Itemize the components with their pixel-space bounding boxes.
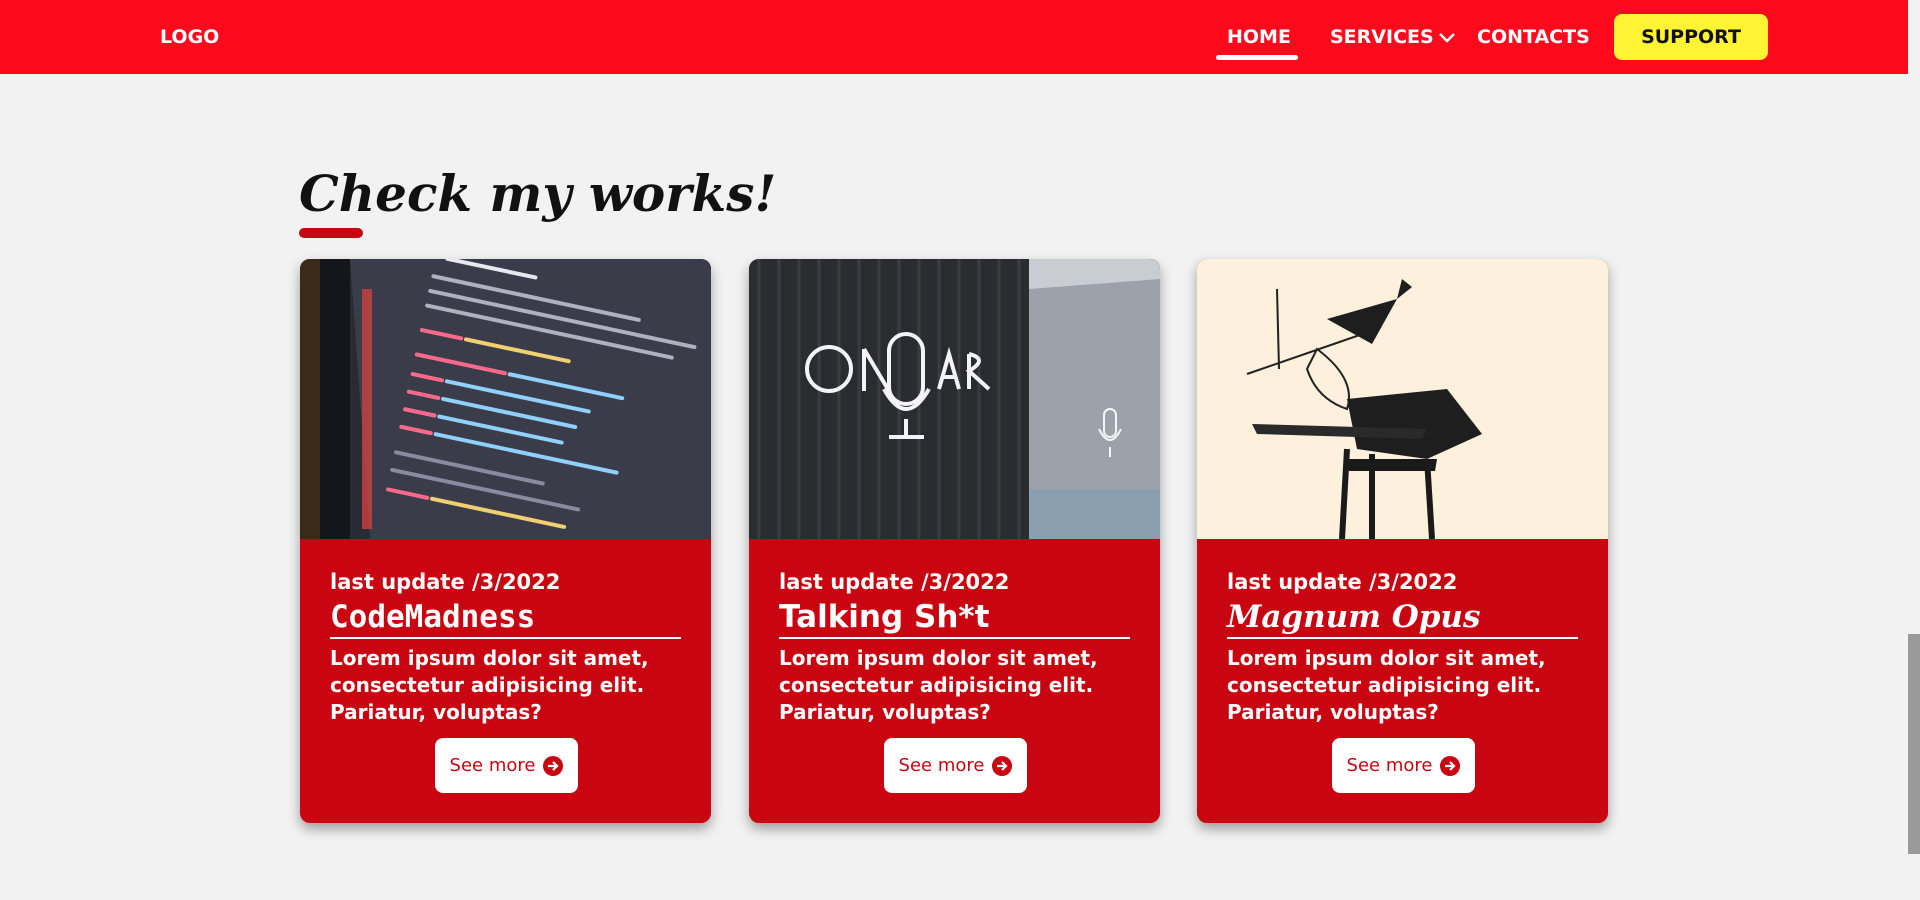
- see-more-button[interactable]: See more: [884, 738, 1027, 793]
- arrow-circle-right-icon: [543, 755, 564, 776]
- title-underline: [299, 228, 363, 238]
- nav-services[interactable]: SERVICES: [1330, 26, 1456, 49]
- arrow-circle-right-icon: [992, 755, 1013, 776]
- nav-contacts[interactable]: CONTACTS: [1477, 26, 1590, 48]
- card-divider: [330, 637, 681, 639]
- see-more-label: See more: [1346, 755, 1433, 776]
- card-image-drawing: [1197, 259, 1608, 539]
- work-card: last update /3/2022 Talking Sh*t Lorem i…: [749, 259, 1160, 823]
- nav-home[interactable]: HOME: [1227, 26, 1291, 48]
- see-more-button[interactable]: See more: [435, 738, 578, 793]
- arrow-circle-right-icon: [1440, 755, 1461, 776]
- card-title: Magnum Opus: [1227, 599, 1481, 635]
- work-card: last update /3/2022 CodeMadness Lorem ip…: [300, 259, 711, 823]
- card-title: Talking Sh*t: [779, 599, 990, 635]
- scrollbar-thumb[interactable]: [1908, 634, 1920, 854]
- card-description: Lorem ipsum dolor sit amet, consectetur …: [330, 646, 649, 724]
- card-image-code: [300, 259, 711, 539]
- card-description: Lorem ipsum dolor sit amet, consectetur …: [779, 646, 1098, 724]
- support-button[interactable]: SUPPORT: [1614, 14, 1768, 60]
- logo[interactable]: LOGO: [160, 26, 219, 48]
- nav-services-label: SERVICES: [1330, 26, 1434, 48]
- card-divider: [779, 637, 1130, 639]
- nav-active-indicator: [1216, 55, 1298, 60]
- see-more-label: See more: [449, 755, 536, 776]
- chevron-down-icon: [1438, 27, 1456, 49]
- see-more-label: See more: [898, 755, 985, 776]
- card-date: last update /3/2022: [779, 570, 1010, 594]
- work-card: last update /3/2022 Magnum Opus Lorem ip…: [1197, 259, 1608, 823]
- card-title: CodeMadness: [330, 599, 536, 635]
- card-divider: [1227, 637, 1578, 639]
- card-date: last update /3/2022: [1227, 570, 1458, 594]
- section-title: Check my works!: [299, 164, 777, 223]
- navbar: LOGO HOME SERVICES CONTACTS SUPPORT: [0, 0, 1908, 74]
- see-more-button[interactable]: See more: [1332, 738, 1475, 793]
- card-description: Lorem ipsum dolor sit amet, consectetur …: [1227, 646, 1546, 724]
- card-image-on-air: [749, 259, 1160, 539]
- card-date: last update /3/2022: [330, 570, 561, 594]
